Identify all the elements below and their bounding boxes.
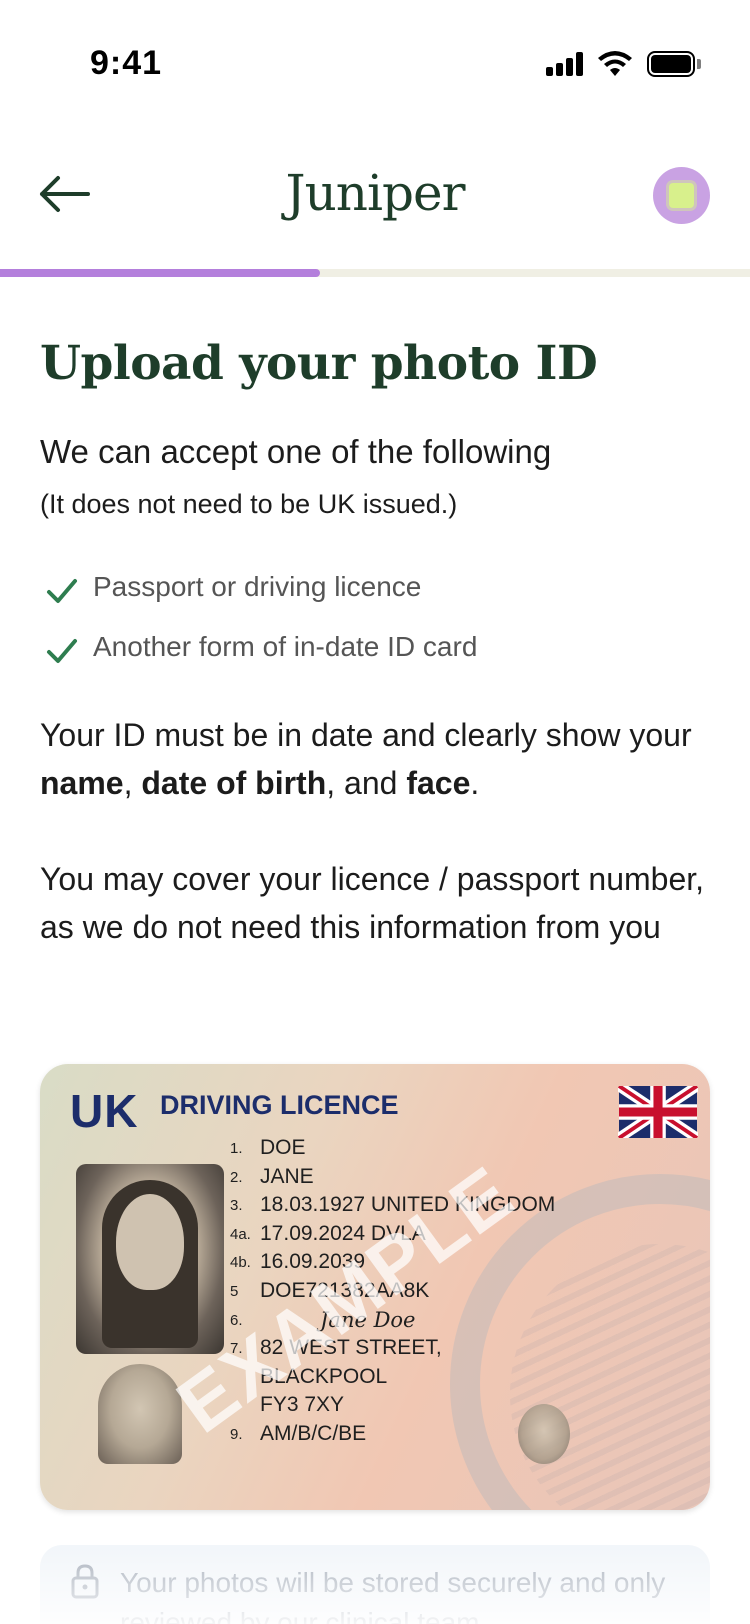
uk-issued-note: (It does not need to be UK issued.) [40, 489, 458, 519]
profile-avatar[interactable] [653, 167, 710, 224]
list-item-label: Passport or driving licence [93, 571, 422, 602]
list-item: Passport or driving licence [40, 565, 710, 625]
checkmark-icon [47, 579, 77, 603]
checkmark-icon [47, 639, 77, 663]
page-title: Upload your photo ID [40, 336, 598, 391]
card-field: 1. DOE [230, 1136, 306, 1159]
progress-bar-fill [0, 269, 321, 277]
accepted-id-list: Passport or driving licence Another form… [40, 565, 710, 685]
secure-storage-text: Your photos will be stored securely and … [120, 1567, 666, 1624]
status-time: 9:41 [90, 44, 163, 82]
battery-icon [647, 51, 701, 77]
list-item: Another form of in-date ID card [40, 625, 710, 685]
wifi-icon [598, 51, 632, 76]
card-type: DRIVING LICENCE [160, 1090, 399, 1120]
app-header: Juniper [0, 150, 750, 250]
example-id-card: UK DRIVING LICENCE 1. DOE 2. JANE 3. 18.03.… [40, 1064, 710, 1510]
cellular-signal-icon [546, 52, 584, 76]
card-main-photo [76, 1164, 224, 1354]
card-field: 9. AM/B/C/BE [230, 1421, 367, 1445]
secure-storage-notice: Your photos will be stored securely and … [40, 1545, 710, 1624]
cover-number-text: You may cover your licence / passport nu… [40, 861, 705, 945]
progress-bar [0, 269, 750, 277]
id-requirements-text: Your ID must be in date and clearly show… [40, 717, 692, 801]
lock-icon [71, 1564, 99, 1599]
card-country: UK [70, 1085, 139, 1137]
status-bar: 9:41 [0, 0, 750, 130]
juniper-logo: Juniper [285, 164, 466, 222]
uk-flag-icon [618, 1086, 698, 1138]
avatar-badge-icon [669, 183, 694, 208]
accepted-ids-heading: We can accept one of the following [40, 433, 552, 470]
list-item-label: Another form of in-date ID card [93, 631, 478, 662]
